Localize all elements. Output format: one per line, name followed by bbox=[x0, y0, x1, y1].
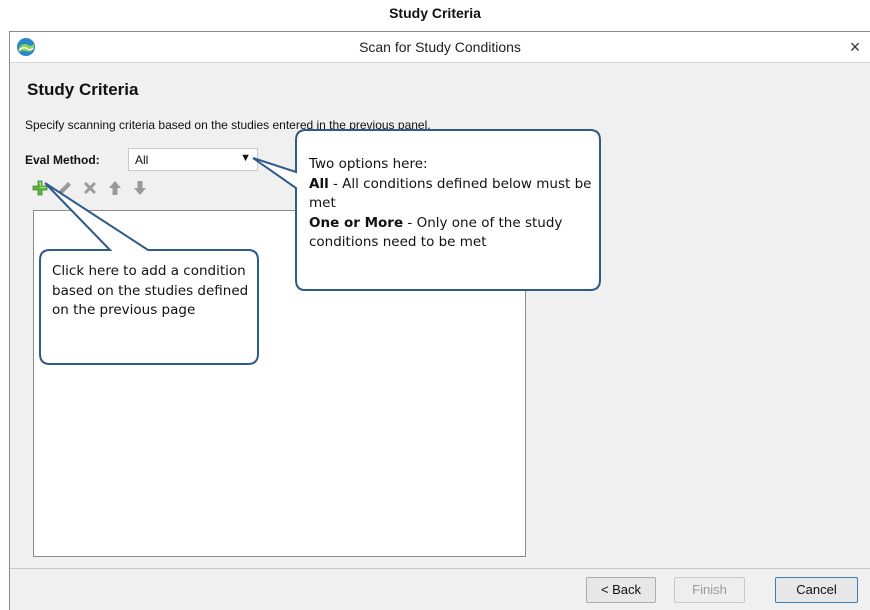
condition-toolbar bbox=[30, 178, 190, 200]
options-callout-intro: Two options here: bbox=[309, 156, 428, 172]
page-caption: Study Criteria bbox=[389, 5, 481, 21]
add-icon[interactable] bbox=[30, 178, 50, 198]
finish-button[interactable]: Finish bbox=[674, 577, 745, 603]
dialog-window: Scan for Study Conditions × Study Criter… bbox=[9, 31, 870, 610]
delete-icon[interactable] bbox=[80, 178, 100, 198]
option-all-text: - All conditions defined below must be m… bbox=[309, 175, 592, 212]
eval-method-select[interactable]: All ▼ bbox=[128, 148, 258, 171]
options-callout: Two options here: All - All conditions d… bbox=[309, 155, 599, 253]
options-callout-all: All - All conditions defined below must … bbox=[309, 175, 599, 214]
title-bar: Scan for Study Conditions × bbox=[10, 32, 870, 63]
page-title: Study Criteria bbox=[27, 80, 139, 99]
option-all-term: All bbox=[309, 175, 329, 192]
back-button[interactable]: < Back bbox=[586, 577, 656, 603]
window-title: Scan for Study Conditions bbox=[359, 39, 521, 55]
move-up-icon[interactable] bbox=[105, 178, 125, 198]
panel-description: Specify scanning criteria based on the s… bbox=[25, 118, 431, 132]
move-down-icon[interactable] bbox=[130, 178, 150, 198]
close-button[interactable]: × bbox=[840, 33, 870, 61]
cancel-button[interactable]: Cancel bbox=[775, 577, 858, 603]
dropdown-arrow-icon: ▼ bbox=[240, 152, 251, 164]
footer-divider bbox=[10, 568, 870, 569]
eval-method-value: All bbox=[135, 153, 149, 167]
options-callout-one-or-more: One or More - Only one of the study cond… bbox=[309, 214, 599, 253]
option-one-term: One or More bbox=[309, 214, 404, 231]
add-callout: Click here to add a condition based on t… bbox=[52, 263, 249, 318]
eval-method-label: Eval Method: bbox=[25, 153, 100, 167]
edit-icon[interactable] bbox=[55, 178, 75, 198]
